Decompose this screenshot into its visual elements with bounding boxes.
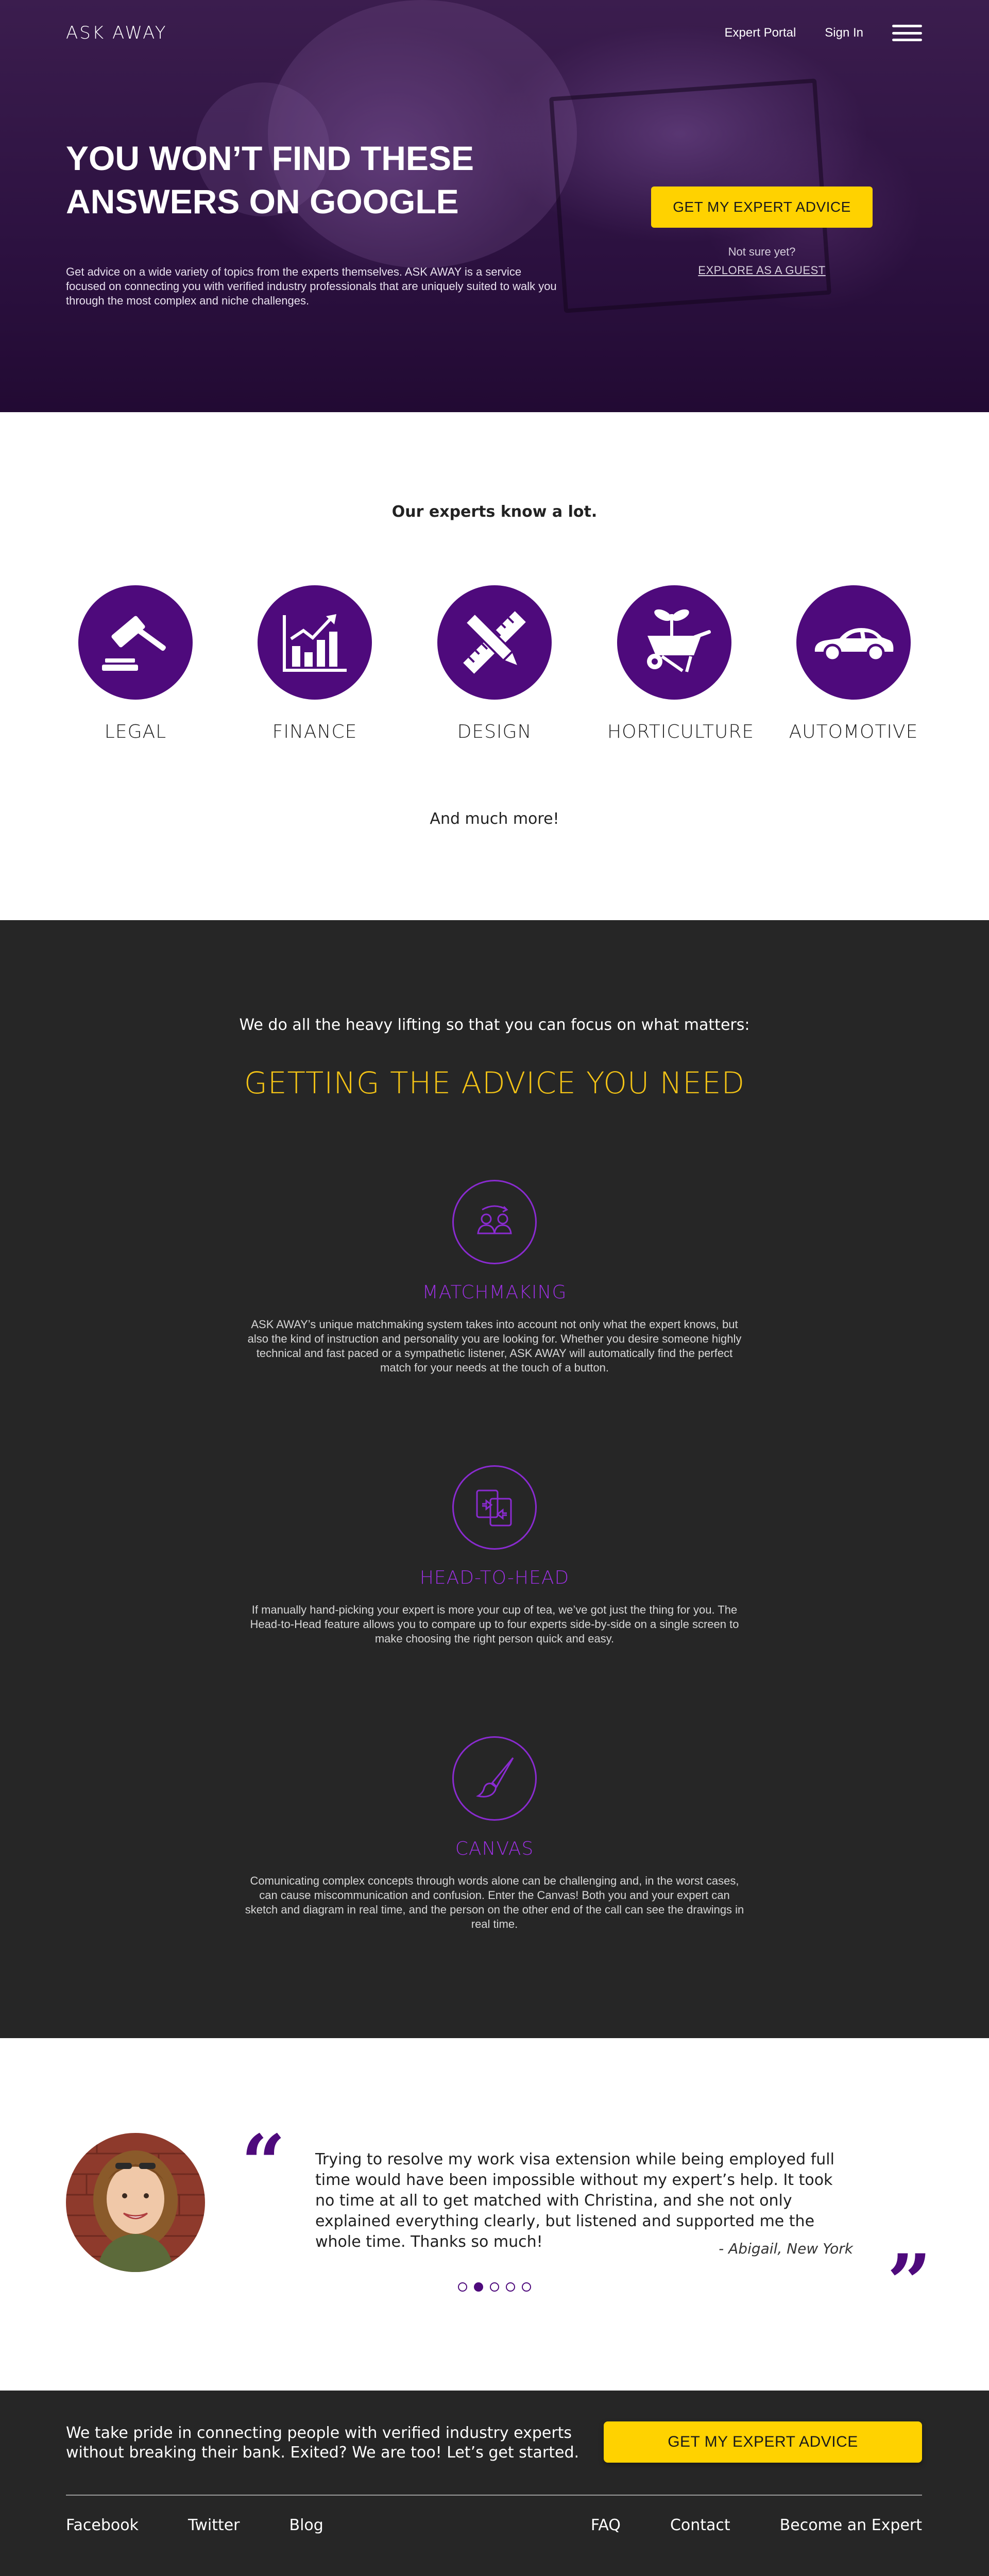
category-icon-circle bbox=[78, 585, 193, 700]
compare-documents-icon bbox=[476, 1489, 512, 1527]
category-icon-circle bbox=[437, 585, 552, 700]
facebook-link[interactable]: Facebook bbox=[66, 2516, 139, 2534]
category-label: FINANCE bbox=[272, 721, 357, 742]
feature-icon-circle bbox=[452, 1736, 537, 1821]
gavel-icon bbox=[102, 616, 166, 671]
feature-title: MATCHMAKING bbox=[422, 1282, 567, 1303]
and-much-more-text: And much more! bbox=[430, 810, 559, 828]
expert-portal-link[interactable]: Expert Portal bbox=[725, 26, 796, 40]
testimonial-section: “ Trying to resolve my work visa extensi… bbox=[0, 2038, 989, 2391]
sign-in-link[interactable]: Sign In bbox=[825, 26, 863, 40]
wheelbarrow-plant-icon bbox=[647, 609, 711, 672]
category-design[interactable]: DESIGN bbox=[428, 585, 561, 742]
footer-social-links: Facebook Twitter Blog bbox=[66, 2516, 323, 2534]
experts-section: Our experts know a lot. LEGAL FINANCE DE… bbox=[0, 412, 989, 920]
feature-canvas: CANVAS Comunicating complex concepts thr… bbox=[237, 1736, 752, 1931]
footer-get-expert-advice-button[interactable]: GET MY EXPERT ADVICE bbox=[604, 2421, 922, 2463]
features-lead: We do all the heavy lifting so that you … bbox=[239, 1016, 750, 1034]
bar-chart-icon bbox=[283, 614, 347, 672]
footer: We take pride in connecting people with … bbox=[0, 2391, 989, 2576]
category-icon-circle bbox=[796, 585, 911, 700]
feature-description: ASK AWAY’s unique matchmaking system tak… bbox=[247, 1318, 742, 1374]
carousel-dot[interactable] bbox=[522, 2282, 531, 2292]
people-match-icon bbox=[477, 1205, 512, 1234]
footer-info-links: FAQ Contact Become an Expert bbox=[591, 2516, 922, 2534]
carousel-dots bbox=[0, 2282, 989, 2292]
pencil-ruler-icon bbox=[463, 611, 526, 674]
footer-tagline: We take pride in connecting people with … bbox=[66, 2424, 579, 2462]
features-title: GETTING THE ADVICE YOU NEED bbox=[244, 1065, 745, 1100]
testimonial-author: - Abigail, New York bbox=[719, 2240, 853, 2257]
feature-icon-circle bbox=[452, 1465, 537, 1550]
avatar bbox=[66, 2133, 205, 2272]
open-quote-icon: “ bbox=[241, 2118, 286, 2209]
feature-description: Comunicating complex concepts through wo… bbox=[245, 1874, 744, 1930]
become-an-expert-link[interactable]: Become an Expert bbox=[780, 2516, 922, 2534]
category-label: LEGAL bbox=[104, 721, 167, 742]
blog-link[interactable]: Blog bbox=[289, 2516, 323, 2534]
menu-bar bbox=[892, 31, 922, 35]
menu-bar bbox=[892, 39, 922, 41]
hero-description: Get advice on a wide variety of topics f… bbox=[66, 265, 557, 307]
category-horticulture[interactable]: HORTICULTURE bbox=[607, 585, 755, 742]
feature-description: If manually hand-picking your expert is … bbox=[250, 1603, 739, 1645]
carousel-dot-active[interactable] bbox=[474, 2282, 483, 2292]
paintbrush-icon bbox=[476, 1757, 514, 1798]
feature-title: CANVAS bbox=[455, 1838, 534, 1859]
category-legal[interactable]: LEGAL bbox=[69, 585, 202, 742]
feature-matchmaking: MATCHMAKING ASK AWAY’s unique matchmakin… bbox=[237, 1180, 752, 1375]
feature-title: HEAD-TO-HEAD bbox=[419, 1567, 570, 1588]
twitter-link[interactable]: Twitter bbox=[188, 2516, 240, 2534]
feature-icon-circle bbox=[452, 1180, 537, 1264]
experts-heading: Our experts know a lot. bbox=[391, 503, 598, 521]
features-section: We do all the heavy lifting so that you … bbox=[0, 920, 989, 2038]
category-icon-circle bbox=[258, 585, 372, 700]
footer-divider bbox=[66, 2495, 922, 2496]
carousel-dot[interactable] bbox=[506, 2282, 515, 2292]
hero-section: ASK AWAY Expert Portal Sign In YOU WON’T… bbox=[0, 0, 989, 412]
get-expert-advice-button[interactable]: GET MY EXPERT ADVICE bbox=[651, 187, 873, 228]
faq-link[interactable]: FAQ bbox=[591, 2516, 621, 2534]
top-nav: Expert Portal Sign In bbox=[725, 23, 922, 43]
carousel-dot[interactable] bbox=[458, 2282, 467, 2292]
carousel-dot[interactable] bbox=[490, 2282, 499, 2292]
menu-bar bbox=[892, 25, 922, 27]
hero-title: YOU WON’T FIND THESE ANSWERS ON GOOGLE bbox=[66, 139, 474, 221]
hamburger-menu-icon[interactable] bbox=[892, 23, 922, 43]
testimonial-quote: Trying to resolve my work visa extension… bbox=[315, 2150, 834, 2251]
category-automotive[interactable]: AUTOMOTIVE bbox=[787, 585, 920, 742]
category-label: DESIGN bbox=[457, 721, 532, 742]
category-icon-circle bbox=[617, 585, 731, 700]
logo-text: ASK AWAY bbox=[66, 23, 167, 43]
category-finance[interactable]: FINANCE bbox=[248, 585, 382, 742]
feature-head-to-head: HEAD-TO-HEAD If manually hand-picking yo… bbox=[237, 1465, 752, 1646]
explore-as-guest-link[interactable]: EXPLORE AS A GUEST bbox=[651, 264, 873, 277]
contact-link[interactable]: Contact bbox=[670, 2516, 730, 2534]
car-icon bbox=[814, 628, 894, 662]
logo-link[interactable]: ASK AWAY bbox=[66, 23, 167, 43]
customer-photo bbox=[66, 2133, 205, 2272]
category-label: HORTICULTURE bbox=[607, 721, 755, 742]
not-sure-text: Not sure yet? bbox=[728, 245, 796, 258]
category-label: AUTOMOTIVE bbox=[789, 721, 918, 742]
